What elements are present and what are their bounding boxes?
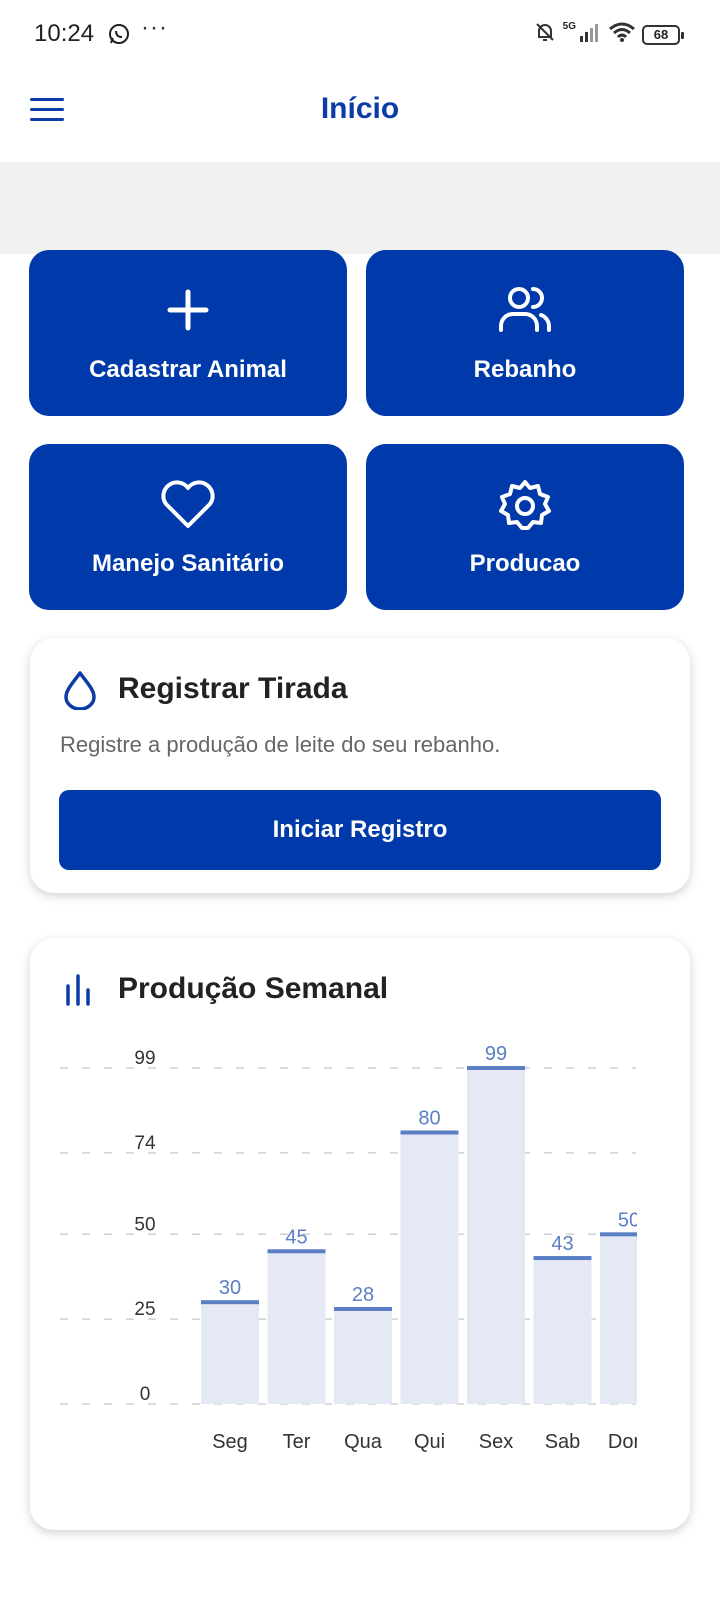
- y-tick-label: 0: [140, 1384, 151, 1405]
- data-label: 45: [285, 1226, 307, 1248]
- x-tick-label: Sex: [479, 1431, 513, 1453]
- data-label: 43: [551, 1233, 573, 1255]
- data-label: 50: [618, 1209, 640, 1231]
- tile-manejo-sanitario[interactable]: Manejo Sanitário: [29, 444, 347, 610]
- x-tick-label: Qua: [344, 1431, 383, 1453]
- x-tick-label: Dom: [608, 1431, 650, 1453]
- data-label: 80: [418, 1107, 440, 1129]
- tile-producao[interactable]: Producao: [366, 444, 684, 610]
- page-title: Início: [320, 92, 400, 125]
- data-label: 30: [219, 1277, 241, 1299]
- status-bar: 10:24 ··· 5G 68: [0, 0, 720, 70]
- x-tick-label: Qui: [414, 1431, 445, 1453]
- app-header: Início: [0, 70, 720, 162]
- tile-cadastrar-animal[interactable]: Cadastrar Animal: [29, 250, 347, 416]
- bar-top-line: [600, 1232, 637, 1237]
- tile-label: Cadastrar Animal: [89, 356, 287, 383]
- bar: [334, 1308, 392, 1404]
- more-notifications-icon: ···: [141, 14, 168, 41]
- card-subtitle: Registre a produção de leite do seu reba…: [60, 732, 501, 757]
- bar-top-line: [334, 1306, 392, 1311]
- status-icons: 5G 68: [533, 20, 684, 49]
- bar: [201, 1302, 259, 1404]
- bar-top-line: [267, 1249, 326, 1254]
- y-tick-label: 74: [134, 1133, 156, 1154]
- weekly-production-chart: 0 25 50 74 99 30 Seg 45 Ter 28 Qua 80 Qui 99 Sex 43 Sab 5…: [60, 1043, 650, 1453]
- mute-bell-icon: [533, 20, 557, 49]
- register-milking-card: Registrar Tirada Registre a produção de …: [30, 638, 690, 893]
- heart-icon: [29, 476, 347, 532]
- bar: [400, 1132, 459, 1404]
- bar: [267, 1251, 326, 1404]
- bar: [600, 1234, 637, 1404]
- x-tick-label: Sab: [545, 1431, 581, 1453]
- status-time: 10:24: [34, 20, 95, 47]
- bar-top-line: [201, 1300, 259, 1305]
- weekly-production-card: Produção Semanal 0 25 50 74 99 30 Seg 45 Ter 28 Qu…: [30, 938, 690, 1530]
- signal-icon: [580, 22, 602, 47]
- tile-label: Rebanho: [473, 356, 577, 383]
- tile-label: Manejo Sanitário: [91, 550, 285, 577]
- users-icon: [366, 282, 684, 338]
- y-tick-label: 50: [134, 1214, 155, 1235]
- plus-icon: [29, 282, 347, 338]
- bars-group: 30 Seg 45 Ter 28 Qua 80 Qui 99 Sex 43 Sab 50 Dom: [201, 1043, 650, 1453]
- tile-label: Producao: [469, 550, 581, 577]
- x-tick-label: Seg: [212, 1431, 248, 1453]
- tile-rebanho[interactable]: Rebanho: [366, 250, 684, 416]
- start-registration-button[interactable]: Iniciar Registro: [59, 790, 661, 870]
- card-title: Registrar Tirada: [118, 672, 348, 705]
- banner-area: [0, 162, 720, 254]
- bar: [533, 1258, 592, 1404]
- data-label: 28: [352, 1284, 374, 1306]
- bar-top-line: [533, 1256, 592, 1261]
- wifi-icon: [608, 21, 636, 48]
- bar-top-line: [467, 1066, 525, 1070]
- data-label: 99: [485, 1043, 507, 1065]
- y-tick-label: 99: [134, 1048, 155, 1069]
- gear-icon: [366, 476, 684, 532]
- bar: [467, 1068, 525, 1404]
- x-tick-label: Ter: [283, 1431, 311, 1453]
- droplet-icon: [62, 670, 98, 715]
- battery-indicator: 68: [642, 24, 684, 45]
- network-type: 5G: [562, 21, 576, 32]
- bar-top-line: [400, 1130, 459, 1135]
- y-tick-label: 25: [134, 1299, 155, 1320]
- whatsapp-icon: [107, 22, 131, 51]
